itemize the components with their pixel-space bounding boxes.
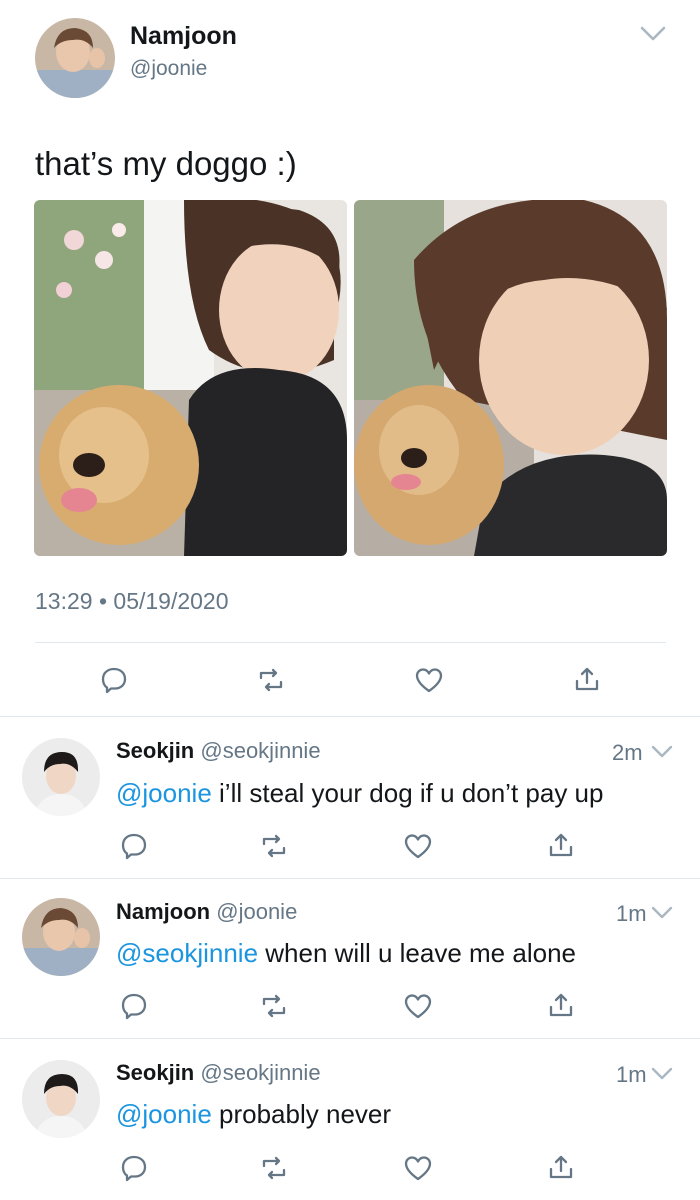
share-button[interactable] — [546, 990, 576, 1020]
retweet-arrows-icon — [262, 994, 286, 1018]
tweet-timestamp: 13:29 • 05/19/2020 — [35, 588, 229, 615]
reply-button[interactable] — [120, 992, 148, 1020]
speech-bubble-icon — [101, 667, 127, 694]
mention-link[interactable]: @joonie — [116, 1099, 212, 1129]
share-upload-icon — [549, 1155, 573, 1179]
reply-text: @joonie i’ll steal your dog if u don’t p… — [116, 778, 603, 809]
share-button[interactable] — [546, 1152, 576, 1182]
chevron-down-icon[interactable] — [651, 1067, 673, 1083]
share-button[interactable] — [572, 664, 602, 694]
like-button[interactable] — [403, 832, 433, 860]
author-name[interactable]: Seokjin — [116, 738, 194, 763]
tweet-photo[interactable] — [354, 200, 667, 556]
chevron-down-icon[interactable] — [640, 26, 666, 42]
reply-body: probably never — [211, 1099, 392, 1129]
divider — [0, 1038, 700, 1039]
speech-bubble-icon — [121, 993, 147, 1020]
reply-text: @seokjinnie when will u leave me alone — [116, 938, 576, 969]
like-button[interactable] — [403, 992, 433, 1020]
author-name[interactable]: Namjoon — [130, 22, 237, 51]
reply-body: when will u leave me alone — [258, 938, 576, 968]
retweet-button[interactable] — [256, 666, 286, 694]
share-upload-icon — [549, 833, 573, 857]
divider — [35, 642, 666, 643]
author-handle[interactable]: @seokjinnie — [200, 1060, 320, 1085]
retweet-button[interactable] — [259, 1154, 289, 1182]
tweet-photo[interactable] — [34, 200, 347, 556]
reply-text: @joonie probably never — [116, 1099, 391, 1130]
reply-age: 1m — [616, 1062, 647, 1087]
avatar[interactable] — [35, 18, 115, 98]
mention-link[interactable]: @seokjinnie — [116, 938, 258, 968]
speech-bubble-icon — [121, 1155, 147, 1182]
mention-link[interactable]: @joonie — [116, 778, 212, 808]
chevron-down-icon[interactable] — [651, 906, 673, 922]
heart-icon — [404, 994, 432, 1019]
retweet-button[interactable] — [259, 992, 289, 1020]
share-upload-icon — [575, 667, 599, 691]
divider — [0, 716, 700, 717]
speech-bubble-icon — [121, 833, 147, 860]
divider — [0, 878, 700, 879]
share-upload-icon — [549, 993, 573, 1017]
selfie-with-dog-photo-icon — [34, 200, 347, 556]
like-button[interactable] — [414, 666, 444, 694]
avatar[interactable] — [22, 738, 100, 816]
retweet-arrows-icon — [259, 668, 283, 692]
reply-body: i’ll steal your dog if u don’t pay up — [211, 778, 604, 808]
reply-button[interactable] — [100, 666, 128, 694]
author-handle[interactable]: @joonie — [216, 899, 297, 924]
reply-header: Namjoon @joonie — [116, 899, 297, 925]
avatar[interactable] — [22, 898, 100, 976]
author-handle[interactable]: @joonie — [130, 57, 207, 81]
reply-header: Seokjin @seokjinnie — [116, 1060, 321, 1086]
heart-icon — [404, 834, 432, 859]
reply-header: Seokjin @seokjinnie — [116, 738, 321, 764]
separator-dot: • — [98, 588, 114, 614]
tweet-date: 05/19/2020 — [113, 588, 229, 614]
retweet-arrows-icon — [262, 1156, 286, 1180]
share-button[interactable] — [546, 830, 576, 860]
avatar[interactable] — [22, 1060, 100, 1138]
reply-button[interactable] — [120, 1154, 148, 1182]
selfie-with-dog-closeup-photo-icon — [354, 200, 667, 556]
author-name[interactable]: Seokjin — [116, 1060, 194, 1085]
tweet-time: 13:29 — [35, 588, 93, 614]
author-handle[interactable]: @seokjinnie — [200, 738, 320, 763]
chevron-down-icon[interactable] — [651, 745, 673, 761]
retweet-arrows-icon — [262, 834, 286, 858]
heart-icon — [404, 1156, 432, 1181]
reply-age: 1m — [616, 901, 647, 926]
reply-button[interactable] — [120, 832, 148, 860]
heart-icon — [415, 668, 443, 693]
reply-age: 2m — [612, 740, 643, 765]
tweet-text: that’s my doggo :) — [35, 145, 297, 182]
like-button[interactable] — [403, 1154, 433, 1182]
author-name[interactable]: Namjoon — [116, 899, 210, 924]
retweet-button[interactable] — [259, 832, 289, 860]
